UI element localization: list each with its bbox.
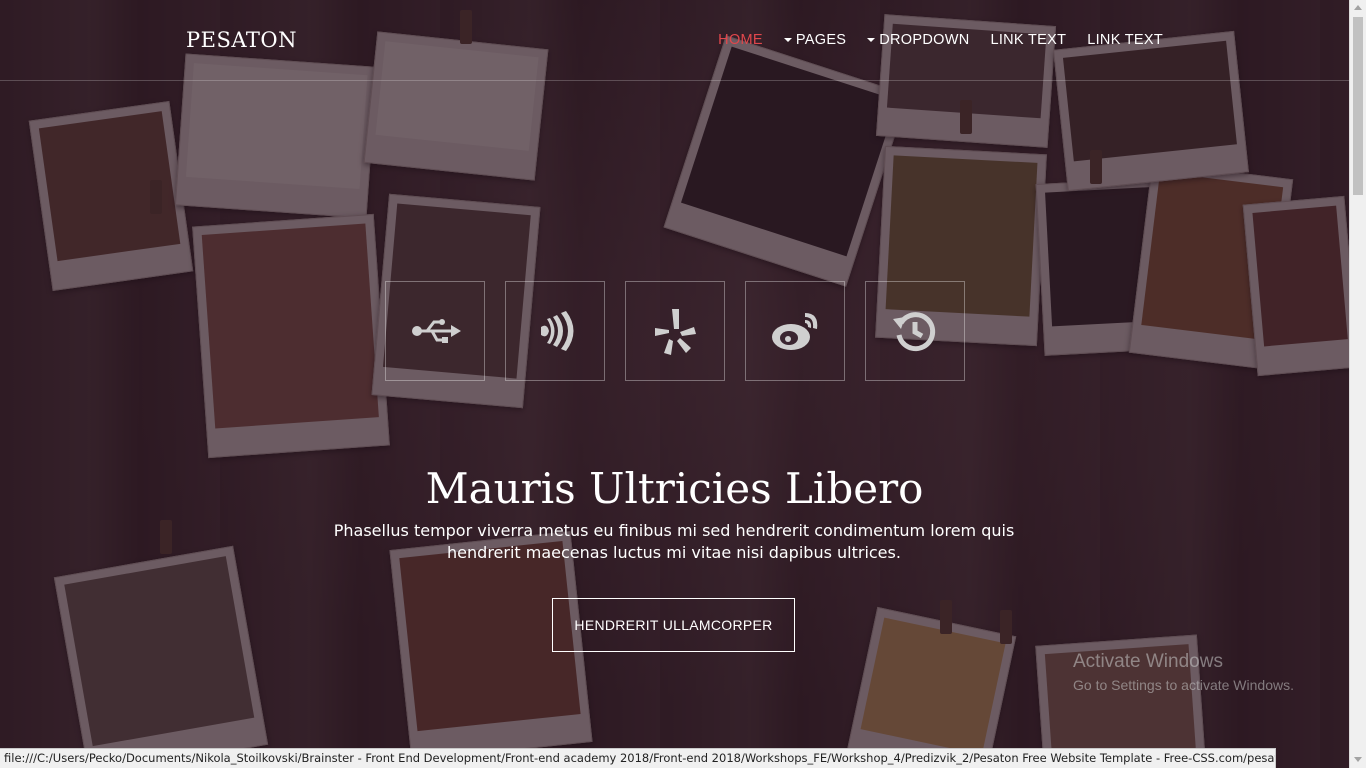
vertical-scrollbar[interactable] <box>1349 0 1366 768</box>
hero-subtitle: Phasellus tempor viverra metus eu finibu… <box>333 521 1015 562</box>
brand-logo[interactable]: PESATON <box>186 28 297 52</box>
yelp-icon-box[interactable] <box>625 281 725 381</box>
signal-icon <box>541 311 574 351</box>
caret-down-icon <box>867 38 876 42</box>
hero-cta-button[interactable]: HENDRERIT ULLAMCORPER <box>552 598 795 652</box>
top-navbar: PESATON HOME PAGES DROPDOWN LINK TEXT LI… <box>0 0 1349 81</box>
nav-dropdown[interactable]: DROPDOWN <box>867 32 969 48</box>
scroll-up-icon[interactable] <box>1354 5 1362 10</box>
nav-pages[interactable]: PAGES <box>783 32 847 48</box>
windows-activation-watermark: Activate Windows Go to Settings to activ… <box>1073 651 1294 693</box>
nav-pages-label: PAGES <box>795 32 847 48</box>
nav-home[interactable]: HOME <box>718 32 763 48</box>
nav-link-text-1[interactable]: LINK TEXT <box>990 32 1066 48</box>
history-icon-box[interactable] <box>865 281 965 381</box>
watermark-title: Activate Windows <box>1073 651 1223 672</box>
feature-icons <box>385 281 985 381</box>
history-icon <box>893 312 936 352</box>
usb-icon <box>412 319 461 343</box>
nav-dropdown-label: DROPDOWN <box>879 32 970 48</box>
usb-icon-box[interactable] <box>385 281 485 381</box>
scroll-thumb[interactable] <box>1353 17 1363 195</box>
scroll-down-icon[interactable] <box>1354 757 1362 762</box>
main-nav: HOME PAGES DROPDOWN LINK TEXT LINK TEXT <box>718 32 1163 48</box>
yelp-icon <box>655 309 696 355</box>
caret-down-icon <box>783 38 792 42</box>
weibo-icon <box>772 313 818 350</box>
signal-icon-box[interactable] <box>505 281 605 381</box>
weibo-icon-box[interactable] <box>745 281 845 381</box>
hero-title: Mauris Ultricies Libero <box>425 464 924 514</box>
nav-link-text-2[interactable]: LINK TEXT <box>1087 32 1163 48</box>
browser-status-bar: file:///C:/Users/Pecko/Documents/Nikola_… <box>0 748 1276 768</box>
watermark-subtitle: Go to Settings to activate Windows. <box>1073 677 1294 693</box>
